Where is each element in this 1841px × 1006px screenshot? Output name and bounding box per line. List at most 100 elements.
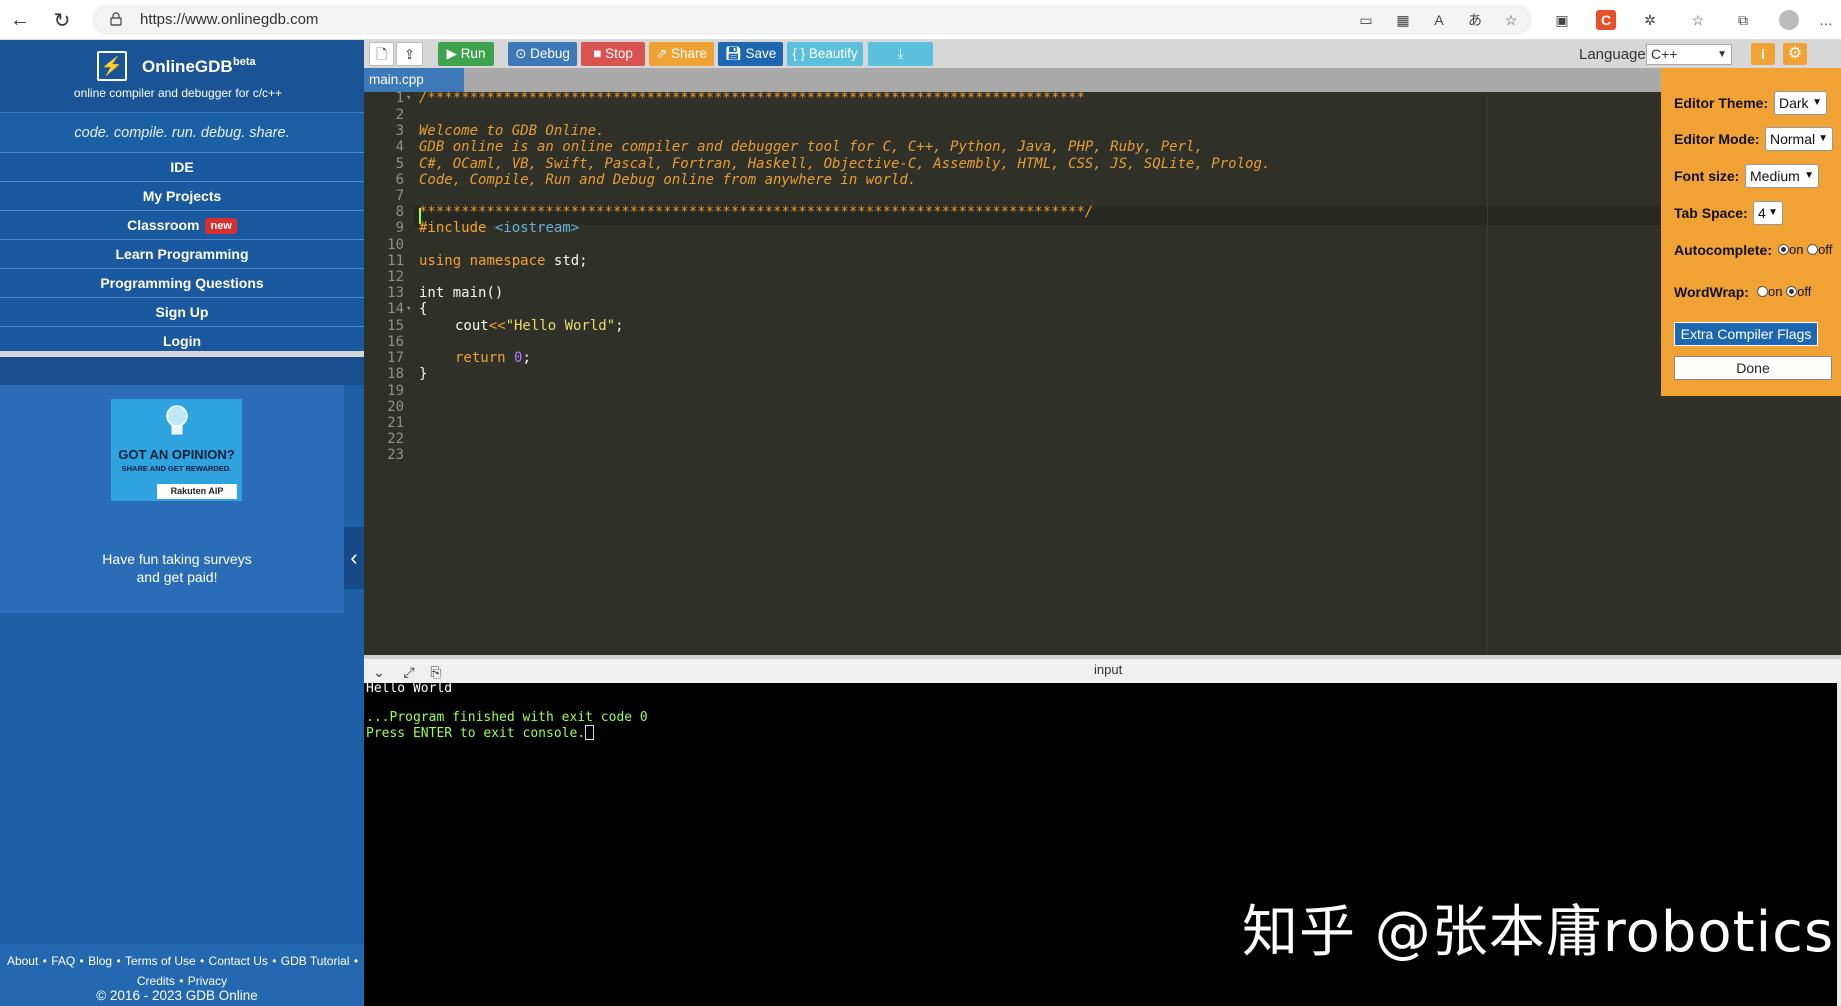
read-aloud-icon[interactable]: A [1429, 10, 1449, 30]
beautify-button[interactable]: { } Beautify [787, 42, 863, 66]
input-label[interactable]: input [1094, 662, 1122, 677]
sidebar-item-sign-up[interactable]: Sign Up [0, 297, 364, 326]
language-value: C++ [1651, 46, 1677, 62]
line-number: 4 [364, 139, 404, 155]
new-file-icon[interactable]: 🗋 [369, 42, 394, 66]
code-editor[interactable]: 1 ▾ 2 3 4 5 6 7 8 9 10 11 12 13 14 ▾ 15 … [364, 92, 1841, 655]
ad-subheadline: SHARE AND GET REWARDED. [111, 464, 242, 473]
reload-icon[interactable]: ↻ [48, 6, 76, 34]
sidebar-item-programming-questions[interactable]: Programming Questions [0, 268, 364, 297]
console-prompt-text: Press ENTER to exit console. [366, 726, 585, 741]
ad-banner[interactable]: GOT AN OPINION? SHARE AND GET REWARDED. … [111, 399, 242, 501]
translate-icon[interactable]: あ [1465, 10, 1485, 30]
console-scrollbar[interactable] [1837, 683, 1841, 1006]
footer-link-privacy[interactable]: Privacy [188, 974, 227, 988]
stop-button[interactable]: ■ Stop [581, 42, 645, 66]
autocomplete-on-radio[interactable] [1778, 244, 1789, 255]
debug-icon: ⊙ [515, 46, 530, 61]
footer-link-blog[interactable]: Blog [88, 954, 112, 968]
console-status-line: ...Program finished with exit code 0 [366, 710, 648, 725]
footer-link-gdb-tutorial[interactable]: GDB Tutorial [281, 954, 350, 968]
browser-toolbar: ← ↻ https://www.onlinegdb.com ▭ ▦ A あ ☆ … [0, 0, 1841, 40]
line-number: 12 [364, 269, 404, 285]
favorites-icon[interactable]: ☆ [1688, 10, 1708, 30]
qr-code-icon[interactable]: ▦ [1393, 10, 1413, 30]
line-number: 2 [364, 107, 404, 123]
line-number: 1 [364, 90, 404, 106]
debug-button[interactable]: ⊙ Debug [508, 42, 577, 66]
url-text[interactable]: https://www.onlinegdb.com [140, 11, 318, 28]
brand-name[interactable]: OnlineGDB [142, 57, 233, 77]
info-icon[interactable]: i [1751, 43, 1775, 65]
line-number: 15 [364, 318, 404, 334]
chevron-down-icon: ▼ [1818, 128, 1828, 150]
footer-link-terms[interactable]: Terms of Use [125, 954, 196, 968]
favorite-add-icon[interactable]: ☆ [1501, 10, 1521, 30]
sidebar-item-ide[interactable]: IDE [0, 152, 364, 181]
footer-link-about[interactable]: About [7, 954, 38, 968]
tab-main-cpp[interactable]: main.cpp [364, 68, 464, 92]
app-available-icon[interactable]: ▭ [1356, 10, 1376, 30]
font-size-select[interactable]: Medium▼ [1745, 164, 1819, 188]
line-number: 6 [364, 172, 404, 188]
gear-icon[interactable]: ⚙ [1783, 43, 1807, 65]
line-number: 18 [364, 366, 404, 382]
expand-icon[interactable]: ⤢ [400, 663, 418, 681]
line-number: 23 [364, 447, 404, 463]
watermark-text: 知乎 @张本庸robotics [1242, 887, 1834, 968]
fold-arrow-icon[interactable]: ▾ [406, 304, 411, 314]
autocomplete-off-radio[interactable] [1807, 244, 1818, 255]
extensions-puzzle-icon[interactable]: ✲ [1640, 10, 1660, 30]
ad-caption-line: and get paid! [0, 568, 354, 586]
radio-label: off [1818, 242, 1832, 257]
collapse-sidebar-chevron-icon[interactable]: ‹ [344, 527, 364, 589]
lightning-logo-icon[interactable]: ⚡ [97, 51, 127, 81]
wordwrap-on-radio[interactable] [1757, 286, 1768, 297]
download-icon[interactable]: ⤓ [868, 42, 933, 66]
brand-subtitle: online compiler and debugger for c/c++ [0, 86, 356, 100]
line-number: 14 [364, 301, 404, 317]
fold-arrow-icon[interactable]: ▾ [406, 93, 411, 103]
copy-icon[interactable]: ⎘ [427, 663, 445, 681]
footer-links: About • FAQ • Blog • Terms of Use • Cont… [0, 951, 364, 991]
extension-icon[interactable]: ▣ [1552, 10, 1572, 30]
ad-caption[interactable]: Have fun taking surveys and get paid! [0, 550, 354, 586]
radio-label: off [1797, 284, 1811, 299]
lock-icon[interactable] [110, 12, 122, 26]
file-tab-bar: main.cpp [364, 68, 1841, 92]
wordwrap-off-radio[interactable] [1786, 286, 1797, 297]
save-label: Save [746, 46, 777, 61]
sidebar-item-classroom[interactable]: Classroomnew [0, 210, 364, 239]
back-arrow-icon[interactable]: ← [6, 6, 34, 34]
tab-space-select[interactable]: 4▼ [1753, 201, 1783, 225]
code-line: { [419, 301, 427, 317]
more-options-icon[interactable]: … [1816, 10, 1836, 30]
extension-c-icon[interactable]: C [1596, 10, 1616, 30]
sidebar-item-label: Classroom [127, 217, 199, 233]
footer-link-contact[interactable]: Contact Us [209, 954, 268, 968]
line-number: 17 [364, 350, 404, 366]
sidebar-item-learn-programming[interactable]: Learn Programming [0, 239, 364, 268]
save-icon: 💾︎ [725, 46, 746, 61]
chevron-down-icon: ▼ [1812, 92, 1822, 114]
run-button[interactable]: ▶ Run [438, 42, 494, 66]
collections-icon[interactable]: ⧉ [1733, 10, 1753, 30]
line-number: 16 [364, 334, 404, 350]
profile-avatar[interactable] [1779, 10, 1799, 30]
footer-link-credits[interactable]: Credits [137, 974, 175, 988]
language-select[interactable]: C++ ▼ [1646, 44, 1732, 65]
done-button[interactable]: Done [1674, 356, 1832, 380]
editor-theme-select[interactable]: Dark▼ [1774, 91, 1827, 115]
editor-mode-select[interactable]: Normal▼ [1765, 127, 1833, 151]
share-button[interactable]: ⇗ Share [649, 42, 714, 66]
upload-icon[interactable]: ⇪ [396, 42, 423, 66]
code-line: cout<<"Hello World"; [455, 318, 624, 334]
chevron-down-icon[interactable]: ⌄ [370, 663, 388, 681]
extra-compiler-flags-button[interactable]: Extra Compiler Flags [1674, 322, 1818, 346]
line-number: 20 [364, 399, 404, 415]
chevron-down-icon: ▼ [1717, 45, 1727, 64]
line-number: 11 [364, 253, 404, 269]
footer-link-faq[interactable]: FAQ [51, 954, 75, 968]
sidebar-item-my-projects[interactable]: My Projects [0, 181, 364, 210]
save-button[interactable]: 💾︎ Save [718, 42, 783, 66]
